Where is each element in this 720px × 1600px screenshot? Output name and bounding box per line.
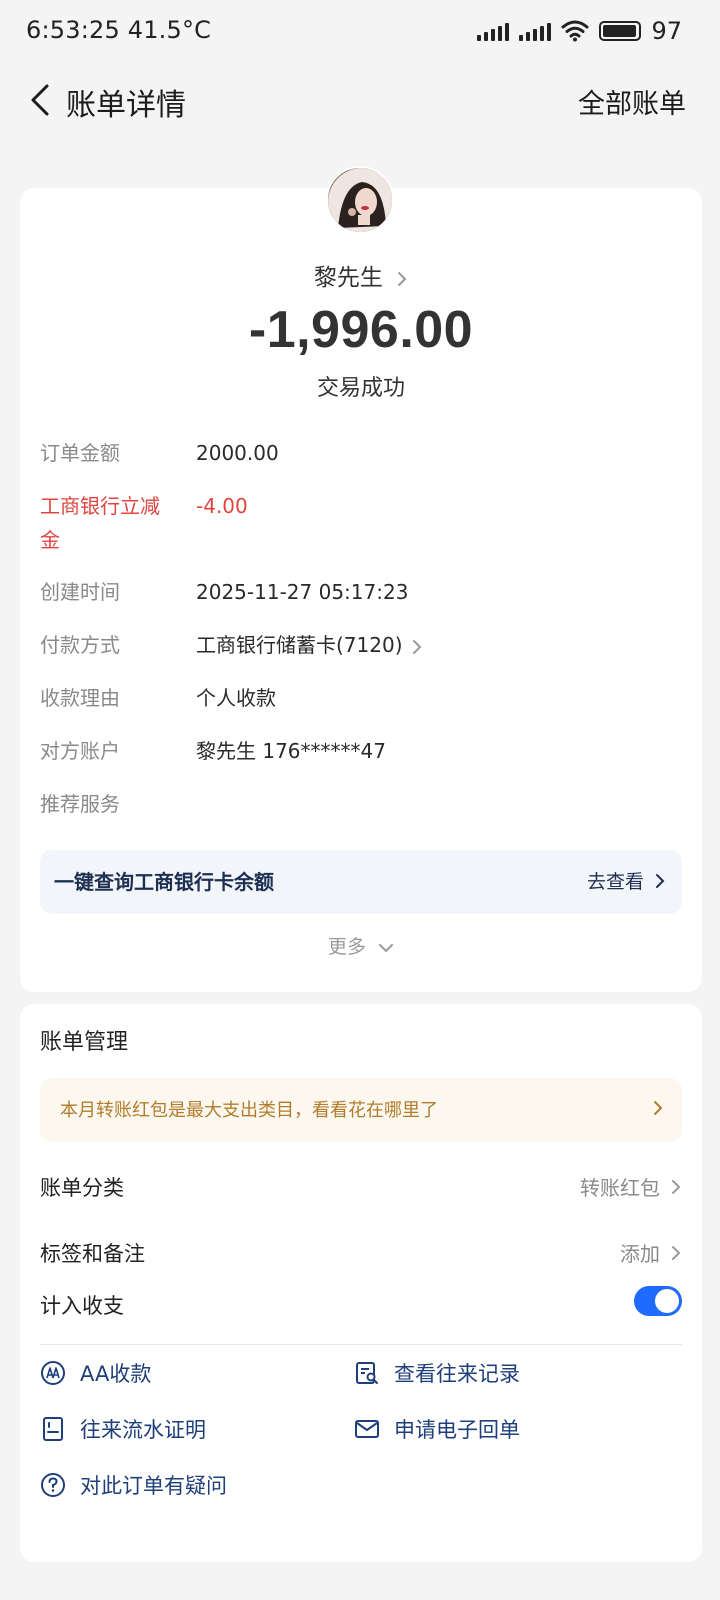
- detail-label: 对方账户: [40, 739, 120, 763]
- detail-value: 2025-11-27 05:17:23: [196, 580, 409, 604]
- all-bills-link[interactable]: 全部账单: [578, 82, 686, 121]
- toggle-knob: [655, 1289, 679, 1313]
- balance-query-banner[interactable]: 一键查询工商银行卡余额 去查看: [40, 850, 682, 914]
- transaction-status: 交易成功: [316, 376, 405, 401]
- detail-value: -4.00: [196, 494, 248, 518]
- detail-label-line1: 工商银行立减: [40, 494, 160, 518]
- detail-label: 推荐服务: [40, 792, 120, 816]
- tags-value-text: 添加: [620, 1242, 660, 1266]
- e-receipt-button[interactable]: 申请电子回单: [354, 1414, 520, 1444]
- category-label: 账单分类: [40, 1176, 124, 1200]
- detail-label: 付款方式: [40, 633, 120, 657]
- more-toggle[interactable]: 更多: [20, 932, 702, 959]
- detail-value: 工商银行储蓄卡(7120): [196, 633, 403, 657]
- divider: [40, 1344, 682, 1345]
- bill-management-card: 账单管理 本月转账红包是最大支出类目，看看花在哪里了 账单分类 转账红包 标签和…: [20, 1004, 702, 1562]
- mail-receipt-icon: [354, 1416, 380, 1442]
- page-title: 账单详情: [66, 88, 186, 123]
- category-value: 转账红包: [580, 1172, 682, 1201]
- aa-icon: [40, 1360, 66, 1386]
- bill-detail-card: 黎先生 -1,996.00 交易成功 订单金额 2000.00 工商银行立减 金…: [20, 166, 702, 992]
- aa-collect-button[interactable]: AA收款: [40, 1358, 151, 1388]
- payee-name: 黎先生: [313, 265, 383, 291]
- chevron-down-icon: [379, 943, 394, 952]
- detail-label-line2: 金: [40, 528, 60, 552]
- detail-label: 收款理由: [40, 686, 120, 710]
- cell-signal-icon: [477, 21, 510, 41]
- view-records-button[interactable]: 查看往来记录: [354, 1358, 520, 1388]
- action-label: 往来流水证明: [80, 1418, 206, 1442]
- section-title: 账单管理: [40, 1030, 129, 1055]
- detail-label: 订单金额: [40, 441, 120, 465]
- chevron-right-icon: [656, 873, 665, 888]
- tags-notes-row[interactable]: 标签和备注 添加: [40, 1234, 682, 1274]
- order-question-button[interactable]: 对此订单有疑问: [40, 1470, 227, 1500]
- chevron-right-icon: [672, 1179, 681, 1194]
- spending-tip-banner[interactable]: 本月转账红包是最大支出类目，看看花在哪里了: [40, 1078, 682, 1142]
- payment-method-value[interactable]: 工商银行储蓄卡(7120): [196, 628, 423, 662]
- status-bar: 6:53:25 41.5°C 97: [0, 0, 720, 64]
- action-label: 申请电子回单: [394, 1418, 520, 1442]
- include-label: 计入收支: [40, 1294, 124, 1318]
- include-row: 计入收支: [40, 1286, 682, 1326]
- cell-signal-2-icon: [519, 21, 552, 41]
- wifi-icon: [561, 20, 589, 42]
- action-label: 对此订单有疑问: [80, 1474, 227, 1498]
- battery-icon: [599, 21, 642, 41]
- banner-link-label: 去查看: [586, 871, 644, 893]
- status-time-temp: 6:53:25 41.5°C: [26, 16, 212, 44]
- detail-label: 创建时间: [40, 580, 120, 604]
- category-row[interactable]: 账单分类 转账红包: [40, 1168, 682, 1208]
- detail-value: 2000.00: [196, 441, 279, 465]
- tags-label: 标签和备注: [40, 1242, 145, 1266]
- status-icons: 97: [477, 16, 682, 46]
- chevron-right-icon: [398, 271, 407, 286]
- action-label: AA收款: [80, 1362, 152, 1386]
- statement-proof-button[interactable]: 往来流水证明: [40, 1414, 206, 1444]
- back-arrow-icon[interactable]: [18, 78, 62, 122]
- action-label: 查看往来记录: [394, 1362, 520, 1386]
- tip-text: 本月转账红包是最大支出类目，看看花在哪里了: [60, 1100, 438, 1121]
- category-value-text: 转账红包: [580, 1176, 660, 1200]
- payee-avatar[interactable]: [326, 166, 394, 234]
- transaction-amount: -1,996.00: [248, 301, 474, 359]
- detail-value: 个人收款: [196, 686, 276, 710]
- question-icon: [40, 1472, 66, 1498]
- statement-icon: [40, 1416, 66, 1442]
- detail-value: 黎先生 176******47: [196, 739, 386, 763]
- payee-name-link[interactable]: 黎先生: [20, 258, 702, 292]
- banner-text: 一键查询工商银行卡余额: [54, 870, 274, 894]
- battery-percent: 97: [651, 17, 682, 45]
- chevron-right-icon: [672, 1245, 681, 1260]
- detail-label: 工商银行立减 金: [40, 489, 180, 557]
- tags-value: 添加: [620, 1238, 682, 1267]
- more-label: 更多: [327, 936, 366, 958]
- banner-go-link[interactable]: 去查看: [587, 867, 666, 894]
- chevron-right-icon: [654, 1101, 663, 1115]
- nav-bar: 账单详情 全部账单: [0, 72, 720, 128]
- records-search-icon: [354, 1360, 380, 1386]
- include-toggle[interactable]: [634, 1286, 682, 1316]
- chevron-right-icon: [412, 639, 421, 654]
